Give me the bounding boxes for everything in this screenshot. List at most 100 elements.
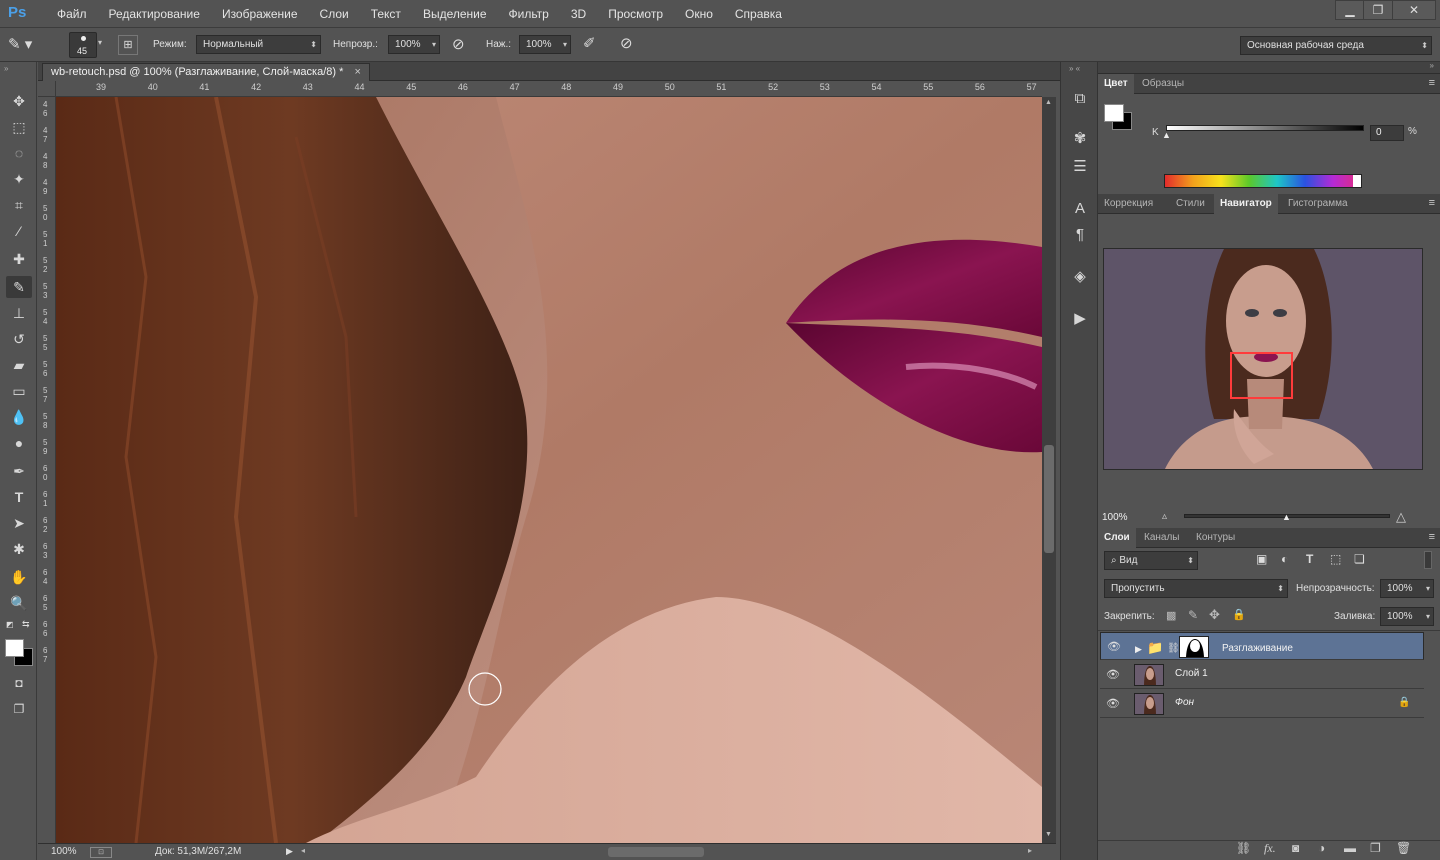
healing-brush-tool-icon[interactable]: ✚ <box>6 248 32 270</box>
layer-opacity-input[interactable]: 100% ▾ <box>1380 579 1434 598</box>
brush-tool-icon[interactable]: ✎ <box>6 276 32 298</box>
lasso-tool-icon[interactable]: ◌ <box>6 142 32 164</box>
filter-smart-object-icon[interactable]: ❏ <box>1354 552 1365 566</box>
panel-menu-icon[interactable]: ≡ <box>1429 194 1435 212</box>
3d-panel-icon[interactable]: ◈ <box>1068 266 1092 288</box>
menu-image[interactable]: Изображение <box>211 0 309 28</box>
history-brush-tool-icon[interactable]: ↺ <box>6 328 32 350</box>
scroll-left-icon[interactable]: ◂ <box>301 846 305 855</box>
menu-select[interactable]: Выделение <box>412 0 498 28</box>
fill-input[interactable]: 100% ▾ <box>1380 607 1434 626</box>
vertical-ruler[interactable]: 46 47 48 49 50 51 52 53 54 55 56 57 58 59 60 61 62 63 64 65… <box>38 97 56 843</box>
k-slider-track[interactable] <box>1166 125 1364 131</box>
add-mask-icon[interactable]: ◙ <box>1292 841 1299 855</box>
tab-layers[interactable]: Слои <box>1098 528 1136 548</box>
blend-mode-select[interactable]: Пропустить ⬍ <box>1104 579 1288 598</box>
k-value-input[interactable]: 0 <box>1370 125 1404 141</box>
layer-mask-thumbnail[interactable] <box>1179 636 1209 658</box>
ruler-origin[interactable] <box>38 81 56 97</box>
filter-adjustment-icon[interactable]: ◐ <box>1281 552 1288 566</box>
tab-styles[interactable]: Стили <box>1170 194 1211 214</box>
expand-group-icon[interactable]: ▶ <box>1135 641 1142 658</box>
layer-filter-select[interactable]: ⌕ Вид ⬍ <box>1104 551 1198 570</box>
status-menu-arrow-icon[interactable]: ▶ <box>286 846 293 857</box>
new-layer-icon[interactable]: ❐ <box>1370 841 1381 855</box>
menu-window[interactable]: Окно <box>674 0 724 28</box>
tab-adjustments[interactable]: Коррекция <box>1098 194 1159 214</box>
menu-file[interactable]: Файл <box>46 0 98 28</box>
paragraph-panel-icon[interactable]: ¶ <box>1068 224 1092 246</box>
delete-layer-icon[interactable]: 🗑 <box>1396 841 1411 855</box>
navigator-zoom-value[interactable]: 100% <box>1102 512 1128 523</box>
ramp-white-chip[interactable] <box>1353 175 1361 187</box>
zoom-out-icon[interactable]: ▵ <box>1162 511 1167 522</box>
tab-close-icon[interactable]: × <box>354 66 360 78</box>
panel-menu-icon[interactable]: ≡ <box>1429 74 1435 92</box>
fx-icon[interactable]: fx. <box>1264 841 1276 856</box>
brush-size-picker[interactable]: 45 <box>69 32 97 58</box>
menu-layers[interactable]: Слои <box>309 0 360 28</box>
marquee-tool-icon[interactable]: ⬚ <box>6 116 32 138</box>
expand-panels-icon[interactable]: » « <box>1069 64 1080 73</box>
navigator-view-box[interactable] <box>1230 352 1293 399</box>
color-spectrum-ramp[interactable] <box>1164 174 1362 188</box>
collapse-icon[interactable]: » <box>4 64 8 73</box>
menu-filter[interactable]: Фильтр <box>498 0 560 28</box>
mode-select[interactable]: Нормальный ⬍ <box>196 35 321 54</box>
horizontal-ruler[interactable]: 39 40 41 42 43 44 45 46 47 48 49 50 51 52 53 54 55 56 57 <box>56 81 1042 97</box>
lock-pixels-icon[interactable]: ✎ <box>1188 608 1198 622</box>
visibility-eye-icon[interactable]: 👁 <box>1106 668 1120 682</box>
layer-row[interactable]: 👁 Слой 1 <box>1100 661 1424 689</box>
scroll-down-icon[interactable]: ▼ <box>1045 831 1052 838</box>
tab-swatches[interactable]: Образцы <box>1136 74 1190 94</box>
lock-transparency-icon[interactable]: ▩ <box>1166 609 1176 622</box>
layer-row-group[interactable]: 👁 ▶ 📁 ⛓ Разглаживание <box>1100 632 1424 660</box>
visibility-eye-icon[interactable]: 👁 <box>1106 697 1120 711</box>
eyedropper-tool-icon[interactable]: ⁄ <box>6 220 32 242</box>
brush-panel-toggle-icon[interactable]: ⊞ <box>118 35 138 55</box>
gradient-tool-icon[interactable]: ▭ <box>6 380 32 402</box>
crop-tool-icon[interactable]: ⌗ <box>6 194 32 216</box>
filter-pixel-icon[interactable]: ▣ <box>1256 552 1267 566</box>
menu-3d[interactable]: 3D <box>560 0 597 28</box>
visibility-eye-icon[interactable]: 👁 <box>1107 640 1121 654</box>
tab-navigator[interactable]: Навигатор <box>1214 194 1278 214</box>
lock-position-icon[interactable]: ✥ <box>1209 607 1220 623</box>
document-canvas[interactable] <box>56 97 1042 843</box>
menu-help[interactable]: Справка <box>724 0 793 28</box>
navigator-preview[interactable] <box>1103 248 1423 470</box>
brush-size-dropdown-icon[interactable]: ▾ <box>98 38 102 47</box>
link-layers-icon[interactable]: ⛓ <box>1236 841 1251 855</box>
status-zoom[interactable]: 100% <box>51 846 77 857</box>
filter-toggle-switch[interactable] <box>1424 551 1432 569</box>
filter-type-icon[interactable]: T <box>1306 552 1313 566</box>
move-tool-icon[interactable]: ✥ <box>6 90 32 112</box>
zoom-in-icon[interactable]: △ <box>1396 509 1406 525</box>
flow-input[interactable]: 100% ▾ <box>519 35 571 54</box>
pen-tool-icon[interactable]: ✒ <box>6 460 32 482</box>
fg-color-swatch[interactable] <box>1104 104 1124 122</box>
tab-color[interactable]: Цвет <box>1098 74 1134 94</box>
dodge-tool-icon[interactable]: ● <box>6 432 32 454</box>
menu-view[interactable]: Просмотр <box>597 0 674 28</box>
hand-tool-icon[interactable]: ✋ <box>6 566 32 588</box>
mask-link-icon[interactable]: ⛓ <box>1167 640 1180 657</box>
panel-menu-icon[interactable]: ≡ <box>1429 528 1435 546</box>
tab-paths[interactable]: Контуры <box>1190 528 1241 548</box>
eraser-tool-icon[interactable]: ▰ <box>6 354 32 376</box>
foreground-color-swatch[interactable] <box>5 639 24 657</box>
workspace-select[interactable]: Основная рабочая среда ⬍ <box>1240 36 1432 55</box>
restore-button[interactable]: ❐ <box>1363 0 1393 20</box>
new-adjustment-icon[interactable]: ◑ <box>1318 841 1325 855</box>
brush-preset-icon[interactable]: ✎ ▾ <box>8 34 44 56</box>
blur-tool-icon[interactable]: 💧 <box>6 406 32 428</box>
k-slider-thumb-icon[interactable]: ▲ <box>1162 130 1171 140</box>
scroll-up-icon[interactable]: ▲ <box>1045 99 1052 106</box>
brush-presets-panel-icon[interactable]: ✾ <box>1068 128 1092 150</box>
menu-edit[interactable]: Редактирование <box>98 0 211 28</box>
swap-colors-icon[interactable]: ⇆ <box>22 619 30 630</box>
actions-panel-icon[interactable]: ▶ <box>1068 308 1092 330</box>
pressure-opacity-icon[interactable]: ⊘ <box>452 35 465 53</box>
new-group-icon[interactable]: ▬ <box>1344 841 1356 855</box>
opacity-input[interactable]: 100% ▾ <box>388 35 440 54</box>
